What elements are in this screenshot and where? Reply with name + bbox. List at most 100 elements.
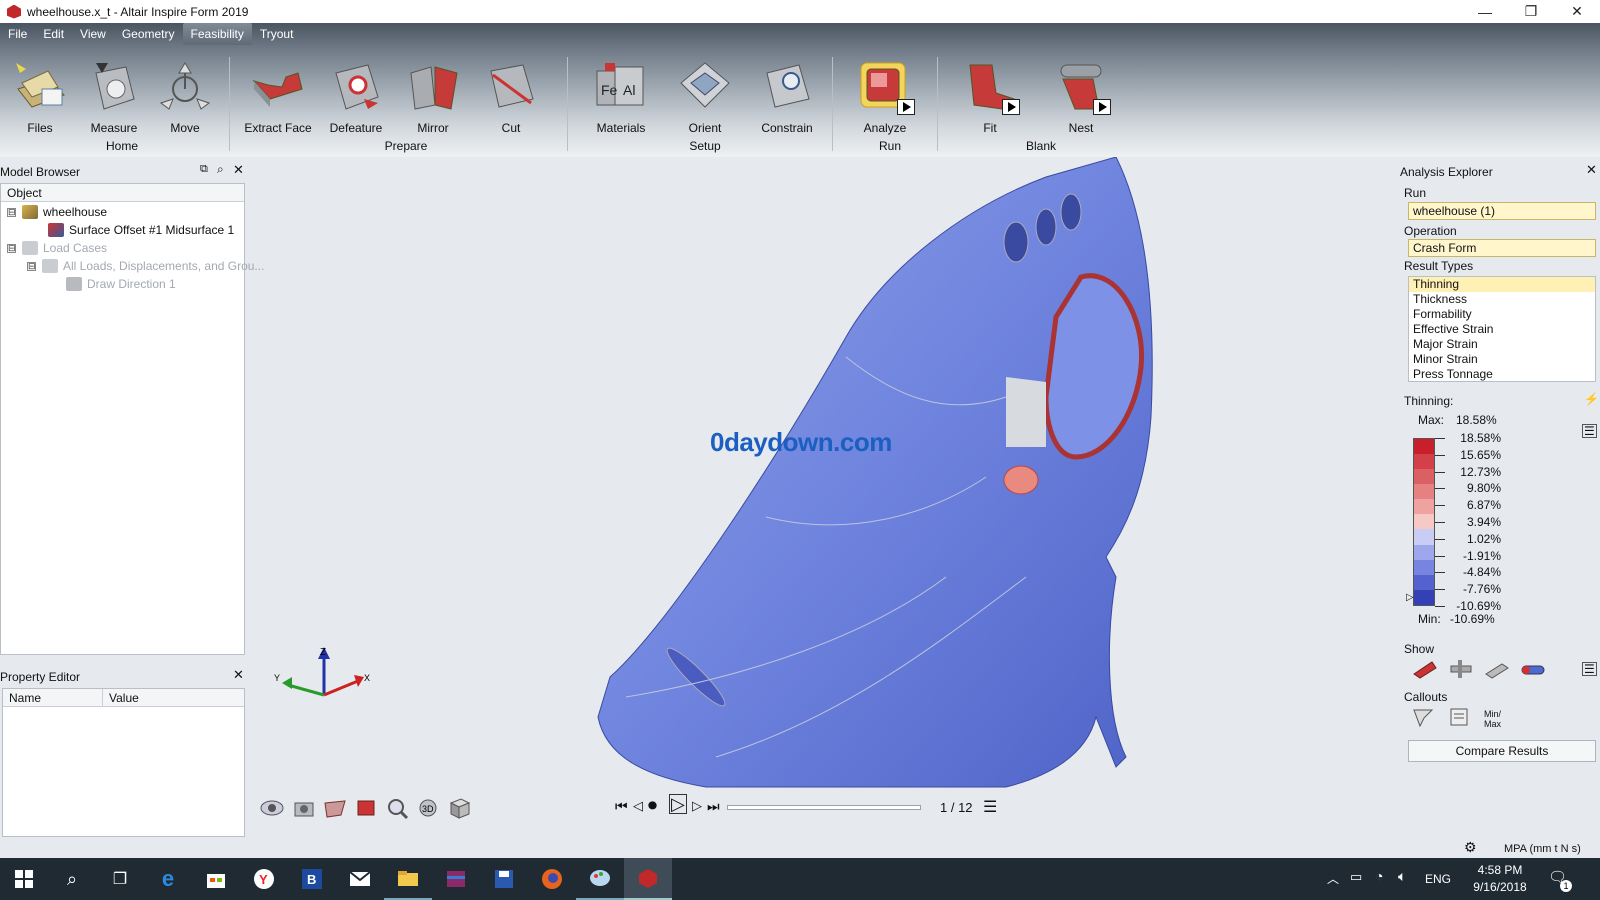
tree-item-surface-offset[interactable]: Surface Offset #1 Midsurface 1 [48,221,234,239]
value-column-header[interactable]: Value [103,689,139,706]
menu-file[interactable]: File [0,23,35,45]
search-icon[interactable]: ⌕ [217,162,224,177]
menu-tryout[interactable]: Tryout [252,23,302,45]
menu-geometry[interactable]: Geometry [114,23,183,45]
show-hidden-icons-icon[interactable]: ︿ [1327,870,1339,887]
menu-view[interactable]: View [72,23,114,45]
section-cut-icon[interactable] [323,797,347,819]
last-frame-icon[interactable]: ⏭ [707,798,720,815]
3d-view-icon[interactable]: 3D [416,797,440,819]
legend-menu-icon[interactable]: ☰ [1582,424,1597,438]
lightning-icon[interactable]: ⚡ [1584,392,1599,406]
close-icon[interactable]: ✕ [233,667,244,683]
legend-pointer-icon[interactable]: ▷ [1406,592,1414,603]
callout-probe-icon[interactable] [1412,706,1434,731]
save-disk-icon[interactable] [480,858,528,900]
constrain-button[interactable]: Constrain [752,59,822,135]
close-icon[interactable]: ✕ [1554,0,1600,23]
callout-table-icon[interactable] [1448,706,1470,731]
file-explorer-icon[interactable] [384,858,432,900]
paint-icon[interactable] [576,858,624,900]
files-button[interactable]: Files [5,59,75,135]
cut-button[interactable]: Cut [476,59,546,135]
show-menu-icon[interactable]: ☰ [1582,662,1597,676]
name-column-header[interactable]: Name [3,689,103,706]
inspire-form-taskbar-icon[interactable] [624,858,672,900]
measure-button[interactable]: Measure [79,59,149,135]
render-mode-icon[interactable] [354,797,378,819]
next-frame-icon[interactable]: ▷ [692,798,702,814]
result-type-major-strain[interactable]: Major Strain [1409,337,1595,352]
tree-item-draw-direction[interactable]: Draw Direction 1 [66,275,176,293]
result-type-minor-strain[interactable]: Minor Strain [1409,352,1595,367]
show-part-icon[interactable] [1412,658,1438,683]
result-type-formability[interactable]: Formability [1409,307,1595,322]
materials-button[interactable]: Fe Al Materials [586,59,656,135]
wifi-icon[interactable]: ◔ [1375,868,1383,884]
view-cube-icon[interactable] [447,797,471,819]
fit-button[interactable]: Fit [955,59,1025,135]
previous-frame-icon[interactable]: ◁ [633,798,643,814]
winrar-icon[interactable] [432,858,480,900]
show-blank-icon[interactable] [1484,658,1510,683]
result-type-effective-strain[interactable]: Effective Strain [1409,322,1595,337]
operation-select[interactable]: Crash Form [1408,239,1596,257]
close-icon[interactable]: ✕ [233,162,244,178]
nest-button[interactable]: Nest [1046,59,1116,135]
compare-results-button[interactable]: Compare Results [1408,740,1596,762]
windows-start-icon[interactable] [0,858,48,900]
tree-item-wheelhouse[interactable]: ⊟ wheelhouse [7,203,107,221]
analyze-button[interactable]: Analyze [850,59,920,135]
zoom-icon[interactable] [385,797,409,820]
menu-edit[interactable]: Edit [35,23,72,45]
language-indicator[interactable]: ENG [1425,872,1451,886]
wheelhouse-model[interactable]: Z Y X [246,157,1396,842]
stop-icon[interactable]: ⏺ [648,795,657,816]
battery-icon[interactable]: ▭ [1350,869,1362,885]
search-icon[interactable]: ⌕ [48,858,96,900]
units-label[interactable]: MPA (mm t N s) [1504,843,1581,855]
result-type-press-tonnage[interactable]: Press Tonnage [1409,367,1595,382]
clock-time[interactable]: 4:58 PM [1470,863,1530,877]
orient-button[interactable]: Orient [670,59,740,135]
filter-icon[interactable]: ⧉ [200,163,208,176]
menu-feasibility[interactable]: Feasibility [182,23,252,45]
volume-icon[interactable]: 🔈︎ [1398,868,1406,885]
close-icon[interactable]: ✕ [1586,162,1597,178]
first-frame-icon[interactable]: ⏮ [615,798,628,815]
minimize-icon[interactable]: — [1462,0,1508,23]
collapse-icon[interactable]: ⊟ [7,207,16,217]
show-tools-icon[interactable] [1448,658,1474,683]
store-icon[interactable] [192,858,240,900]
play-icon[interactable]: ▷ [669,794,687,814]
legend-tick-mark [1435,555,1445,557]
extract-face-button[interactable]: Extract Face [243,59,313,135]
object-column-header[interactable]: Object [1,184,244,202]
camera-icon[interactable] [292,797,316,819]
mail-icon[interactable] [336,858,384,900]
tree-item-load-cases[interactable]: ⊟ Load Cases [7,239,107,257]
run-select[interactable]: wheelhouse (1) [1408,202,1596,220]
callout-min-max-button[interactable]: Min/ Max [1484,709,1501,729]
restore-icon[interactable]: ❐ [1508,0,1554,23]
3d-viewport[interactable]: Z Y X 0daydown.com 3D ⏮ ◁ ⏺ ▷ ▷ ⏭ 1 / 12… [246,157,1396,842]
yandex-browser-icon[interactable]: Y [240,858,288,900]
tree-item-all-loads[interactable]: ⊟ All Loads, Displacements, and Grou... [27,257,264,275]
animation-slider[interactable] [727,805,921,810]
result-type-thickness[interactable]: Thickness [1409,292,1595,307]
collapse-icon[interactable]: ⊟ [7,243,16,253]
collapse-icon[interactable]: ⊟ [27,261,36,271]
defeature-button[interactable]: Defeature [321,59,391,135]
firefox-icon[interactable] [528,858,576,900]
visibility-eye-icon[interactable] [260,797,284,819]
units-settings-icon[interactable]: ⚙ [1464,839,1477,856]
task-view-icon[interactable]: ❐ [96,858,144,900]
move-button[interactable]: Move [150,59,220,135]
app-b-icon[interactable]: B [288,858,336,900]
clock-date[interactable]: 9/16/2018 [1470,880,1530,894]
show-contour-icon[interactable] [1520,658,1546,683]
playback-menu-icon[interactable]: ☰ [983,797,997,817]
mirror-button[interactable]: Mirror [398,59,468,135]
result-type-thinning[interactable]: Thinning [1409,277,1595,292]
edge-browser-icon[interactable]: e [144,858,192,900]
